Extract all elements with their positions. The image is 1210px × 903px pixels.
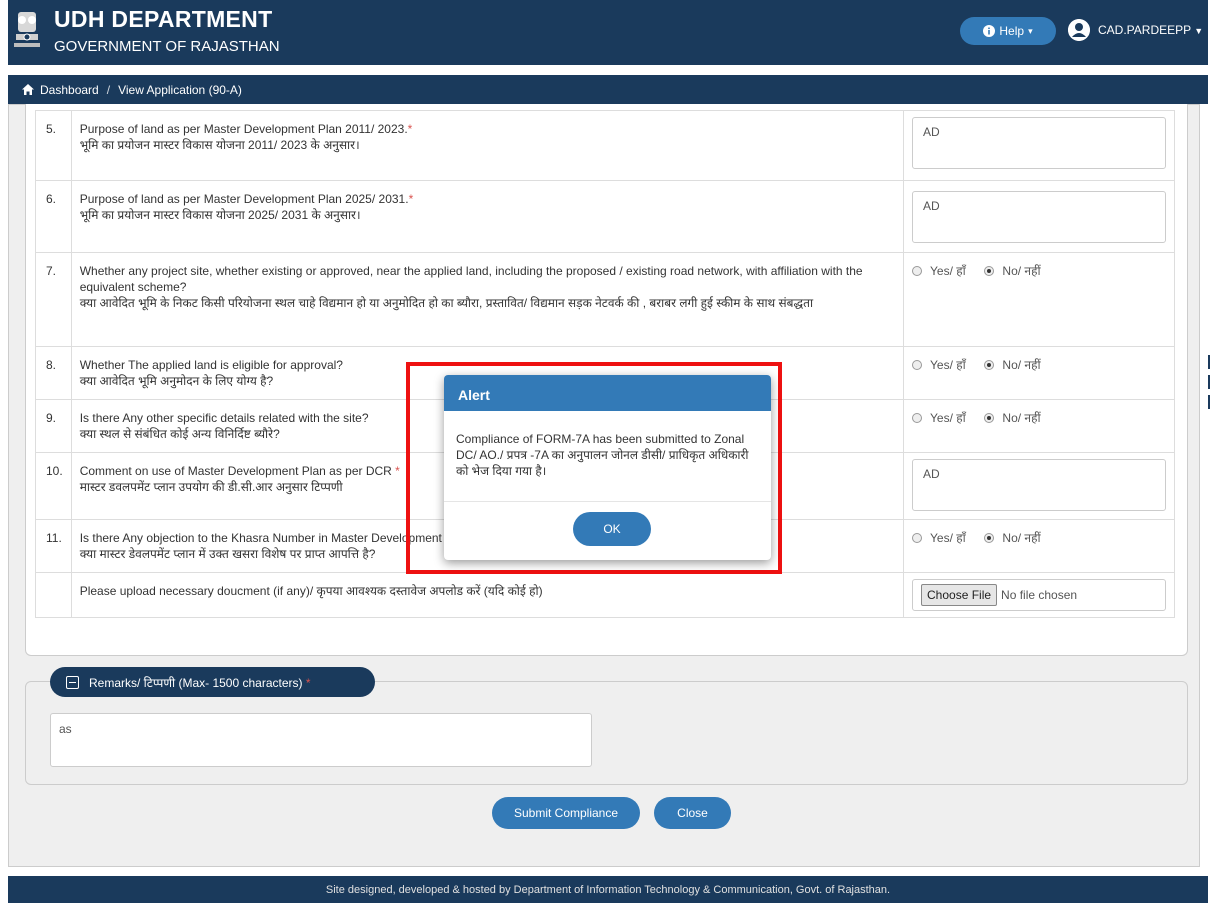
row-number: 5. bbox=[35, 110, 72, 181]
row-number: 9. bbox=[35, 399, 72, 453]
row-number: 11. bbox=[35, 519, 72, 573]
radio-no-label: No/ नहीं bbox=[1002, 531, 1041, 545]
breadcrumb-current: View Application (90-A) bbox=[118, 82, 242, 97]
radio-no-label: No/ नहीं bbox=[1002, 411, 1041, 425]
alert-title: Alert bbox=[444, 375, 771, 411]
question-cell: Purpose of land as per Master Developmen… bbox=[70, 110, 905, 181]
user-name-label: CAD.PARDEEPP bbox=[1098, 23, 1191, 37]
question-en: Purpose of land as per Master Developmen… bbox=[79, 192, 409, 206]
upload-label: Please upload necessary doucment (if any… bbox=[70, 572, 905, 618]
question-en: Whether The applied land is eligible for… bbox=[79, 358, 343, 372]
required-mark: * bbox=[305, 675, 311, 690]
answer-cell: Yes/ हाँ No/ नहीं bbox=[903, 519, 1175, 573]
radio-yes-9[interactable] bbox=[912, 413, 922, 423]
row-number bbox=[35, 572, 72, 618]
answer-cell: AD bbox=[903, 110, 1175, 181]
row-number: 7. bbox=[35, 252, 72, 347]
radio-no-8[interactable] bbox=[984, 360, 995, 370]
info-icon bbox=[983, 25, 996, 37]
radio-no-7[interactable] bbox=[984, 266, 995, 276]
submit-compliance-button[interactable]: Submit Compliance bbox=[492, 797, 640, 829]
row-number: 8. bbox=[35, 346, 72, 400]
radio-no-label: No/ नहीं bbox=[1002, 264, 1041, 278]
question-cell: Whether any project site, whether existi… bbox=[70, 252, 905, 347]
row-number: 10. bbox=[35, 452, 72, 520]
collapse-icon bbox=[66, 675, 79, 689]
radio-yes-8[interactable] bbox=[912, 360, 922, 370]
state-emblem-icon bbox=[14, 12, 40, 47]
alert-dialog: Alert Compliance of FORM-7A has been sub… bbox=[444, 375, 771, 560]
mdp-comment-textarea[interactable]: AD bbox=[912, 459, 1166, 511]
file-status: No file chosen bbox=[1001, 588, 1078, 602]
question-hi: क्या आवेदित भूमि के निकट किसी परियोजना स… bbox=[79, 296, 814, 310]
radio-yes-label: Yes/ हाँ bbox=[930, 411, 966, 425]
answer-cell: Choose File No file chosen bbox=[903, 572, 1175, 618]
question-hi: भूमि का प्रयोजन मास्टर विकास योजना 2011/… bbox=[79, 138, 360, 152]
answer-cell: Yes/ हाँ No/ नहीं bbox=[903, 346, 1175, 400]
answer-cell: AD bbox=[903, 452, 1175, 520]
alert-message: Compliance of FORM-7A has been submitted… bbox=[444, 411, 771, 502]
help-label: Help bbox=[999, 24, 1025, 38]
row-number: 6. bbox=[35, 180, 72, 253]
question-en: Is there Any other specific details rela… bbox=[79, 411, 369, 425]
remarks-toggle[interactable]: Remarks/ टिप्पणी (Max- 1500 characters) … bbox=[50, 667, 375, 697]
app-header: UDH DEPARTMENT GOVERNMENT OF RAJASTHAN H… bbox=[8, 0, 1208, 65]
question-hi: मास्टर डवलपमेंट प्लान उपयोग की डी.सी.आर … bbox=[79, 480, 343, 494]
footer: Site designed, developed & hosted by Dep… bbox=[8, 876, 1208, 903]
radio-yes-label: Yes/ हाँ bbox=[930, 531, 966, 545]
home-icon[interactable] bbox=[22, 84, 34, 95]
table-row: Please upload necessary doucment (if any… bbox=[35, 572, 1175, 618]
breadcrumb-home-link[interactable]: Dashboard bbox=[40, 83, 99, 97]
purpose-2031-textarea[interactable]: AD bbox=[912, 191, 1166, 243]
close-button[interactable]: Close bbox=[654, 797, 731, 829]
remarks-legend-label: Remarks/ टिप्पणी (Max- 1500 characters) bbox=[89, 675, 303, 690]
required-mark: * bbox=[408, 192, 414, 206]
answer-cell: Yes/ हाँ No/ नहीं bbox=[903, 399, 1175, 453]
alert-ok-button[interactable]: OK bbox=[573, 512, 651, 546]
radio-no-label: No/ नहीं bbox=[1002, 358, 1041, 372]
answer-cell: Yes/ हाँ No/ नहीं bbox=[903, 252, 1175, 347]
table-row: 7. Whether any project site, whether exi… bbox=[35, 252, 1175, 347]
user-menu[interactable]: CAD.PARDEEPP ▼ bbox=[1098, 23, 1203, 37]
user-avatar-icon[interactable] bbox=[1068, 19, 1090, 41]
breadcrumb-separator: / bbox=[106, 82, 111, 97]
table-row: 5. Purpose of land as per Master Develop… bbox=[35, 110, 1175, 181]
app-title: UDH DEPARTMENT bbox=[54, 6, 273, 32]
question-hi: क्या स्थल से संबंधित कोई अन्य विनिर्दिष्… bbox=[79, 427, 280, 441]
breadcrumb: Dashboard / View Application (90-A) bbox=[8, 75, 1208, 104]
question-en: Whether any project site, whether existi… bbox=[79, 264, 863, 294]
required-mark: * bbox=[395, 464, 400, 478]
purpose-2023-textarea[interactable]: AD bbox=[912, 117, 1166, 169]
caret-down-icon: ▾ bbox=[1028, 25, 1033, 36]
help-button[interactable]: Help ▾ bbox=[960, 17, 1056, 45]
remarks-textarea[interactable]: as bbox=[50, 713, 592, 767]
radio-no-11[interactable] bbox=[984, 533, 995, 543]
question-hi: क्या मास्टर डेवलपमेंट प्लान में उक्त खसर… bbox=[79, 547, 376, 561]
caret-down-icon: ▼ bbox=[1194, 26, 1204, 36]
radio-yes-11[interactable] bbox=[912, 533, 922, 543]
question-hi: भूमि का प्रयोजन मास्टर विकास योजना 2025/… bbox=[79, 208, 361, 222]
app-subtitle: GOVERNMENT OF RAJASTHAN bbox=[54, 38, 280, 55]
question-en: Comment on use of Master Development Pla… bbox=[79, 464, 392, 478]
file-upload-input[interactable]: Choose File No file chosen bbox=[912, 579, 1166, 611]
radio-yes-label: Yes/ हाँ bbox=[930, 358, 966, 372]
radio-no-9[interactable] bbox=[984, 413, 995, 423]
radio-yes-7[interactable] bbox=[912, 266, 922, 276]
question-cell: Purpose of land as per Master Developmen… bbox=[70, 180, 905, 253]
choose-file-button[interactable]: Choose File bbox=[921, 584, 998, 606]
required-mark: * bbox=[407, 122, 413, 136]
radio-yes-label: Yes/ हाँ bbox=[930, 264, 966, 278]
table-row: 6. Purpose of land as per Master Develop… bbox=[35, 180, 1175, 253]
question-en: Purpose of land as per Master Developmen… bbox=[79, 122, 408, 136]
answer-cell: AD bbox=[903, 180, 1175, 253]
question-hi: क्या आवेदित भूमि अनुमोदन के लिए योग्य है… bbox=[79, 374, 274, 388]
